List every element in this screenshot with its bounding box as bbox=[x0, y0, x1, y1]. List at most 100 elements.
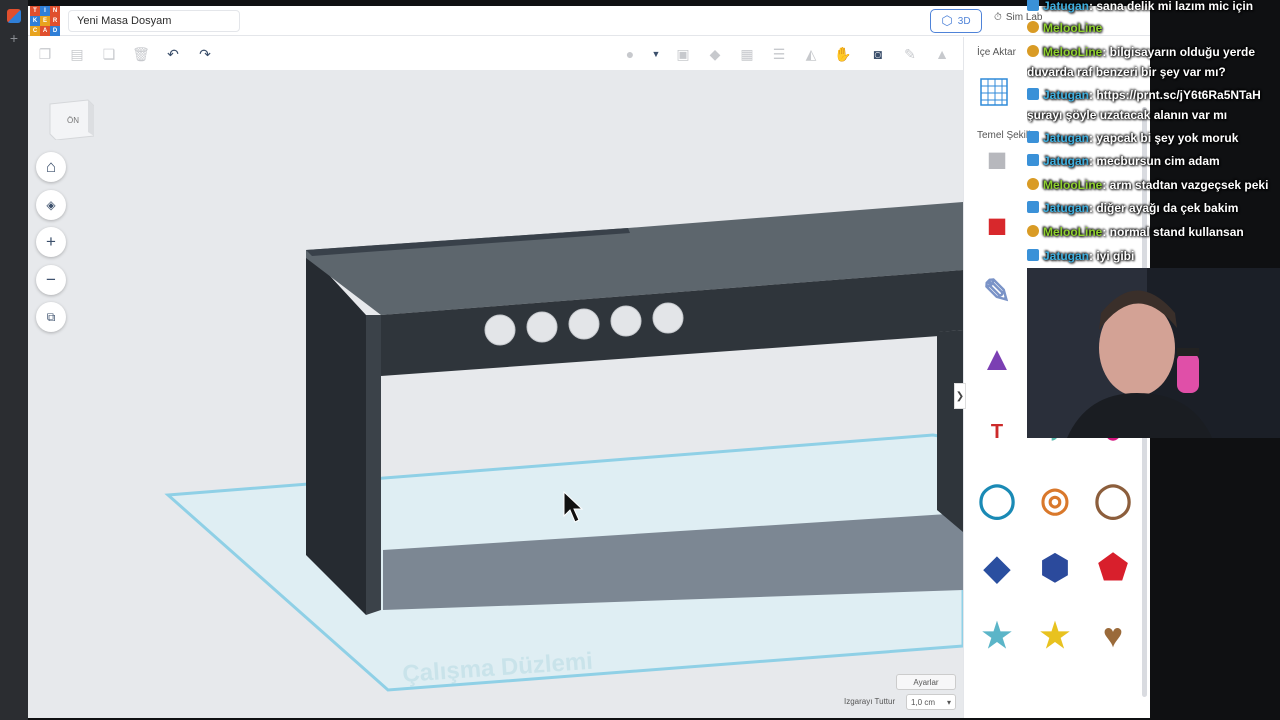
top-bar: TINKERCAD Yeni Masa Dosyam ⬡ 3D ⏱ Sim La… bbox=[28, 6, 1150, 36]
document-title-field[interactable]: Yeni Masa Dosyam bbox=[68, 10, 240, 32]
shape-tube[interactable]: ◎ bbox=[1032, 477, 1078, 523]
home-view-button[interactable]: ⌂ bbox=[36, 152, 66, 182]
chat-text: : https://prnt.sc/jY6t6Ra5NTaH bbox=[1089, 88, 1261, 102]
youtube-badge-icon bbox=[1027, 21, 1039, 33]
chat-text: : yapcak bi şey yok moruk bbox=[1089, 131, 1239, 145]
chat-text: şurayı şöyle uzatacak alanın var mı bbox=[1027, 108, 1228, 122]
import-button[interactable]: İçe Aktar bbox=[977, 47, 1016, 58]
hexagon-prism-icon: ⬢ bbox=[1040, 549, 1070, 587]
shape-torus[interactable]: ◯ bbox=[974, 477, 1020, 523]
shape-heart[interactable]: ♥ bbox=[1090, 613, 1136, 659]
text-icon: T bbox=[990, 420, 1004, 443]
logo-letter: N bbox=[50, 6, 60, 16]
shape-box[interactable]: ■ bbox=[974, 203, 1020, 249]
chat-message: MelooLine: arm stadtan vazgeçsek peki bbox=[1027, 176, 1268, 195]
view-mode-label: 3D bbox=[957, 15, 971, 27]
shape-box-hole[interactable]: ■ bbox=[974, 137, 1020, 183]
redo-icon[interactable]: ↷ bbox=[196, 45, 214, 63]
desk-hole-3[interactable] bbox=[568, 308, 600, 340]
shape-ring[interactable]: ◯ bbox=[1090, 477, 1136, 523]
new-tab-icon[interactable]: + bbox=[0, 30, 28, 46]
fit-view-button[interactable]: ◈ bbox=[36, 190, 66, 220]
shape-hexagon-prism[interactable]: ⬢ bbox=[1032, 545, 1078, 591]
chat-message: Jatugan: mecbursun cim adam bbox=[1027, 152, 1220, 171]
panel-collapse-button[interactable]: ❯ bbox=[954, 383, 966, 409]
3d-cube-icon: ⬡ bbox=[941, 13, 953, 28]
logo-letter: A bbox=[40, 26, 50, 36]
light-bulb-icon[interactable]: ● bbox=[621, 45, 639, 63]
shape-wedge-box[interactable]: ◆ bbox=[974, 545, 1020, 591]
view-cube[interactable]: ÖN bbox=[48, 96, 94, 140]
desk-hole-2[interactable] bbox=[526, 311, 558, 343]
chat-message: Jatugan: diğer ayağı da çek bakim bbox=[1027, 199, 1238, 218]
chevron-down-icon[interactable]: ▼ bbox=[647, 45, 665, 63]
edit-toolbar: ❐ ▤ ❏ 🗑 ↶ ↷ ● ▼ ▣ ◆ ▦ ☰ ◭ ✋ ◙ ✎ ▲ bbox=[28, 37, 963, 71]
wedge-box-icon: ◆ bbox=[983, 549, 1011, 587]
chat-message: şurayı şöyle uzatacak alanın var mı bbox=[1027, 106, 1227, 125]
undo-icon[interactable]: ↶ bbox=[164, 45, 182, 63]
group-icon[interactable]: ▣ bbox=[674, 45, 692, 63]
shape-star-flat[interactable]: ★ bbox=[974, 613, 1020, 659]
chat-username: MelooLine bbox=[1043, 45, 1103, 59]
chat-message: Jatugan: yapcak bi şey yok moruk bbox=[1027, 129, 1238, 148]
twitch-badge-icon bbox=[1027, 88, 1039, 100]
chevron-down-icon: ▾ bbox=[946, 698, 951, 707]
zoom-out-button[interactable]: − bbox=[36, 265, 66, 295]
rgb-lamp bbox=[1177, 353, 1199, 393]
home-icon: ⌂ bbox=[45, 157, 57, 176]
twitch-badge-icon bbox=[1027, 0, 1039, 11]
star-icon: ★ bbox=[1039, 617, 1071, 655]
snap-grid-select[interactable]: 1,0 cm ▾ bbox=[906, 694, 956, 710]
workplane-grid-icon[interactable] bbox=[979, 77, 1009, 107]
chat-text: duvarda raf benzeri bir şey var mı? bbox=[1027, 65, 1226, 79]
settings-button[interactable]: Ayarlar bbox=[896, 674, 956, 690]
chat-username: MelooLine bbox=[1043, 178, 1103, 192]
ortho-view-button[interactable]: ⧉ bbox=[36, 302, 66, 332]
ruler-icon[interactable]: ✎ bbox=[901, 45, 919, 63]
shape-text[interactable]: T bbox=[974, 409, 1020, 455]
copy-icon[interactable]: ❐ bbox=[36, 45, 54, 63]
logo-letter: E bbox=[40, 16, 50, 26]
paste-icon[interactable]: ▤ bbox=[68, 45, 86, 63]
ungroup-icon[interactable]: ◆ bbox=[706, 45, 724, 63]
shape-scribble[interactable]: ✎ bbox=[974, 269, 1020, 315]
stream-chat-overlay: Jatugan: sana delik mi lazım mic için Mel… bbox=[1027, 0, 1280, 268]
chat-message: Jatugan: sana delik mi lazım mic için bbox=[1027, 0, 1253, 16]
cube-icon: ⧉ bbox=[46, 309, 56, 324]
snap-grid-value: 1,0 cm bbox=[911, 698, 936, 707]
delete-icon[interactable]: 🗑 bbox=[132, 45, 150, 63]
chat-username: Jatugan bbox=[1043, 131, 1090, 145]
youtube-badge-icon bbox=[1027, 178, 1039, 190]
logo-letter: C bbox=[30, 26, 40, 36]
notes-icon[interactable]: ▲ bbox=[933, 45, 951, 63]
chat-text: : bilgisayarın olduğu yerde bbox=[1102, 45, 1256, 59]
shape-star[interactable]: ★ bbox=[1032, 613, 1078, 659]
browser-app-icon[interactable] bbox=[7, 9, 21, 23]
twitch-badge-icon bbox=[1027, 249, 1039, 261]
shape-polyhedron[interactable]: ⬟ bbox=[1090, 545, 1136, 591]
camera-icon[interactable]: ◙ bbox=[869, 45, 887, 63]
tinkercad-logo[interactable]: TINKERCAD bbox=[30, 6, 60, 36]
mirror-icon[interactable]: ◭ bbox=[802, 45, 820, 63]
cruise-icon[interactable]: ✋ bbox=[834, 45, 852, 63]
chat-message: Jatugan: https://prnt.sc/jY6t6Ra5NTaH bbox=[1027, 86, 1261, 105]
shape-cone[interactable]: ▲ bbox=[974, 336, 1020, 382]
chat-username: Jatugan bbox=[1043, 249, 1090, 263]
view-3d-toggle[interactable]: ⬡ 3D bbox=[930, 9, 982, 33]
twitch-badge-icon bbox=[1027, 154, 1039, 166]
simlab-icon: ⏱ bbox=[994, 12, 1002, 23]
twitch-badge-icon bbox=[1027, 201, 1039, 213]
align-icon[interactable]: ☰ bbox=[770, 45, 788, 63]
desk-hole-1[interactable] bbox=[484, 314, 516, 346]
minus-icon: − bbox=[46, 270, 56, 289]
3d-viewport[interactable]: Çalışma Düzlemi ÖN ⌂ ◈ + − ⧉ bbox=[28, 70, 963, 718]
desk-hole-4[interactable] bbox=[610, 305, 642, 337]
desk-hole-5[interactable] bbox=[652, 302, 684, 334]
duplicate-icon[interactable]: ❏ bbox=[100, 45, 118, 63]
logo-letter: T bbox=[30, 6, 40, 16]
workplane-icon[interactable]: ▦ bbox=[738, 45, 756, 63]
webcam-overlay bbox=[1027, 268, 1280, 438]
desk-right-leg bbox=[937, 330, 963, 532]
box-icon: ■ bbox=[986, 206, 1008, 245]
zoom-in-button[interactable]: + bbox=[36, 227, 66, 257]
